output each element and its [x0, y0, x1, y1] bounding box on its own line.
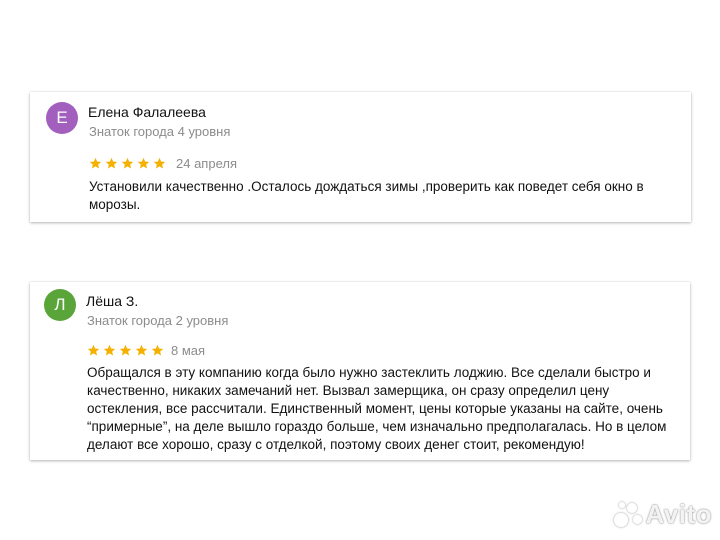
review-text: Установили качественно .Осталось дождать…: [89, 179, 644, 212]
avatar[interactable]: Л: [44, 289, 76, 321]
review-card: Е Елена Фалалеева Знаток города 4 уровня…: [30, 92, 691, 222]
avito-watermark: Avito: [612, 496, 712, 532]
review-date: 8 мая: [171, 343, 206, 358]
star-icon: [153, 157, 166, 170]
watermark-text: Avito: [645, 498, 712, 529]
review-author[interactable]: Лёша З.: [86, 293, 138, 309]
star-icon: [137, 157, 150, 170]
review-text: Обращался в эту компанию когда было нужн…: [87, 365, 667, 452]
star-icon: [87, 344, 100, 357]
avatar[interactable]: Е: [46, 102, 78, 134]
star-icon: [105, 157, 118, 170]
star-icon: [151, 344, 164, 357]
avatar-letter: Е: [56, 108, 68, 127]
rating-stars: [89, 157, 166, 170]
rating-stars: [87, 344, 164, 357]
avito-logo-icon: [612, 499, 642, 529]
star-icon: [103, 344, 116, 357]
author-level: Знаток города 4 уровня: [89, 124, 231, 139]
star-icon: [121, 157, 134, 170]
review-card: Л Лёша З. Знаток города 2 уровня 8 мая О…: [30, 282, 690, 460]
star-icon: [119, 344, 132, 357]
avatar-letter: Л: [54, 295, 66, 314]
review-author[interactable]: Елена Фалалеева: [88, 104, 206, 120]
author-level: Знаток города 2 уровня: [87, 313, 229, 328]
star-icon: [89, 157, 102, 170]
review-date: 24 апреля: [176, 156, 237, 171]
star-icon: [135, 344, 148, 357]
